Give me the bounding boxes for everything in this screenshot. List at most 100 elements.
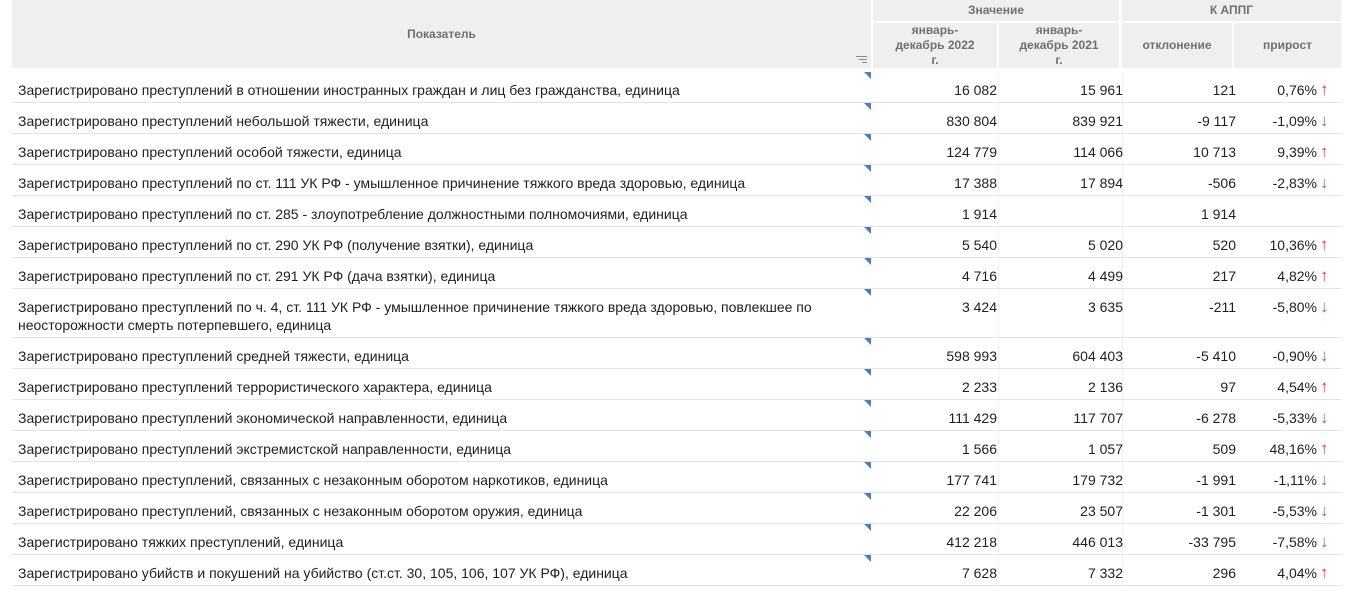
growth-value: -7,58% <box>1272 534 1317 550</box>
table-row[interactable]: Зарегистрировано преступлений особой тяж… <box>12 134 1342 165</box>
value-2021 <box>999 196 1123 226</box>
indicator-name: Зарегистрировано преступлений экстремист… <box>18 441 512 457</box>
deviation-value: -1 991 <box>1196 472 1236 488</box>
comment-marker-icon[interactable] <box>864 493 871 500</box>
value-2022: 598 993 <box>946 348 997 364</box>
arrow-down-icon: ↓ <box>1320 501 1329 520</box>
comment-marker-icon[interactable] <box>864 72 871 79</box>
table-row[interactable]: Зарегистрировано преступлений по ст. 285… <box>12 196 1342 227</box>
value-2021: 114 066 <box>1073 144 1123 160</box>
deviation-value: -211 <box>1209 299 1236 315</box>
value-2022: 111 429 <box>948 410 997 426</box>
deviation-value: 10 713 <box>1193 144 1236 160</box>
table-row[interactable]: Зарегистрировано преступлений небольшой … <box>12 103 1342 134</box>
table-row[interactable]: Зарегистрировано преступлений средней тя… <box>12 338 1342 369</box>
comment-marker-icon[interactable] <box>864 524 871 531</box>
growth-value: 48,16% <box>1269 441 1317 457</box>
value-2022: 1 914 <box>961 206 997 222</box>
growth-value: -5,53% <box>1272 503 1317 519</box>
header-deviation[interactable]: отклонение <box>1122 23 1232 68</box>
value-2022: 17 388 <box>954 175 997 191</box>
growth-value: 10,36% <box>1269 237 1317 253</box>
value-2022: 177 741 <box>946 472 997 488</box>
comment-marker-icon[interactable] <box>864 338 871 345</box>
table-row[interactable]: Зарегистрировано преступлений, связанных… <box>12 462 1342 493</box>
table-row[interactable]: Зарегистрировано преступлений террористи… <box>12 369 1342 400</box>
value-2022: 5 540 <box>961 237 997 253</box>
comment-marker-icon[interactable] <box>864 431 871 438</box>
deviation-value: -33 795 <box>1188 534 1236 550</box>
comment-marker-icon[interactable] <box>864 103 871 110</box>
deviation-value: 520 <box>1212 237 1236 253</box>
arrow-down-icon: ↓ <box>1320 111 1329 130</box>
arrow-up-icon: ↑ <box>1320 439 1329 458</box>
header-period-2022-label: январь-декабрь 2022 г. <box>895 23 975 67</box>
growth-value: 9,39% <box>1277 144 1317 160</box>
table-row[interactable]: Зарегистрировано преступлений по ст. 111… <box>12 165 1342 196</box>
table-row[interactable]: Зарегистрировано преступлений экономичес… <box>12 400 1342 431</box>
table-row[interactable]: Зарегистрировано преступлений экстремист… <box>12 431 1342 462</box>
comment-marker-icon[interactable] <box>864 555 871 562</box>
comment-marker-icon[interactable] <box>864 196 871 203</box>
deviation-value: -9 117 <box>1197 113 1236 129</box>
indicator-name: Зарегистрировано убийств и покушений на … <box>18 565 628 581</box>
header-period-2021[interactable]: январь-декабрь 2021 г. <box>999 23 1119 68</box>
sort-icon[interactable] <box>856 56 867 65</box>
arrow-down-icon: ↓ <box>1320 408 1329 427</box>
header-value-group: Значение <box>873 0 1119 21</box>
indicator-name: Зарегистрировано преступлений, связанных… <box>18 503 583 519</box>
comment-marker-icon[interactable] <box>864 462 871 469</box>
table-row[interactable]: Зарегистрировано преступлений в отношени… <box>12 72 1342 103</box>
header-growth[interactable]: прирост <box>1234 23 1341 68</box>
header-appg-group: К АППГ <box>1122 0 1341 21</box>
value-2021: 4 499 <box>1087 268 1123 284</box>
table-row[interactable]: Зарегистрировано преступлений по ст. 291… <box>12 258 1342 289</box>
growth-value: 0,76% <box>1277 82 1317 98</box>
growth-value: -5,80% <box>1272 299 1317 315</box>
table-row[interactable]: Зарегистрировано преступлений по ч. 4, с… <box>12 289 1342 338</box>
header-indicator[interactable]: Показатель <box>12 0 871 68</box>
value-2021: 179 732 <box>1072 472 1123 488</box>
table-row[interactable]: Зарегистрировано тяжких преступлений, ед… <box>12 524 1342 555</box>
comment-marker-icon[interactable] <box>864 289 871 296</box>
arrow-down-icon: ↓ <box>1320 297 1329 316</box>
value-2022: 412 218 <box>946 534 997 550</box>
deviation-value: 509 <box>1212 441 1236 457</box>
arrow-up-icon: ↑ <box>1320 80 1329 99</box>
deviation-value: 97 <box>1220 379 1236 395</box>
arrow-down-icon: ↓ <box>1320 470 1329 489</box>
value-2021: 7 332 <box>1087 565 1123 581</box>
arrow-up-icon: ↑ <box>1320 235 1329 254</box>
comment-marker-icon[interactable] <box>864 400 871 407</box>
comment-marker-icon[interactable] <box>864 369 871 376</box>
value-2022: 1 566 <box>961 441 997 457</box>
table-row[interactable]: Зарегистрировано преступлений, связанных… <box>12 493 1342 524</box>
table-row[interactable]: Зарегистрировано убийств и покушений на … <box>12 555 1342 586</box>
indicator-name: Зарегистрировано преступлений средней тя… <box>18 348 409 364</box>
indicator-name: Зарегистрировано преступлений по ст. 111… <box>18 175 746 191</box>
growth-value: -1,09% <box>1272 113 1317 129</box>
value-2022: 2 233 <box>961 379 997 395</box>
indicator-name: Зарегистрировано преступлений по ст. 290… <box>18 237 534 253</box>
indicator-name: Зарегистрировано преступлений по ст. 285… <box>18 206 688 222</box>
indicator-name: Зарегистрировано преступлений небольшой … <box>18 113 429 129</box>
value-2022: 7 628 <box>961 565 997 581</box>
header-period-2022[interactable]: январь-декабрь 2022 г. <box>873 23 997 68</box>
growth-value <box>1237 196 1317 226</box>
deviation-value: 1 914 <box>1200 206 1236 222</box>
value-2021: 3 635 <box>1087 299 1123 315</box>
comment-marker-icon[interactable] <box>864 258 871 265</box>
comment-marker-icon[interactable] <box>864 227 871 234</box>
comment-marker-icon[interactable] <box>864 165 871 172</box>
comment-marker-icon[interactable] <box>864 134 871 141</box>
value-2021: 2 136 <box>1087 379 1123 395</box>
deviation-value: -6 278 <box>1196 410 1236 426</box>
growth-value: -2,83% <box>1272 175 1317 191</box>
deviation-value: 121 <box>1212 82 1236 98</box>
value-2022: 3 424 <box>961 299 997 315</box>
indicator-name: Зарегистрировано тяжких преступлений, ед… <box>18 534 344 550</box>
table-row[interactable]: Зарегистрировано преступлений по ст. 290… <box>12 227 1342 258</box>
value-2021: 23 507 <box>1080 503 1123 519</box>
arrow-down-icon: ↓ <box>1320 346 1329 365</box>
header-period-2021-label: январь-декабрь 2021 г. <box>1019 23 1099 67</box>
